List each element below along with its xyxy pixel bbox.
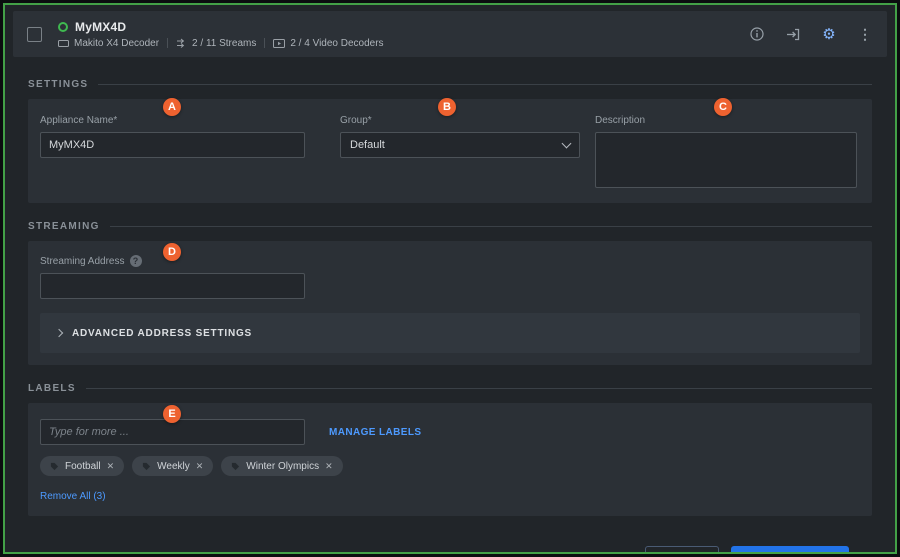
tag-icon [142,462,151,471]
video-decoders-count: 2 / 4 Video Decoders [273,38,383,49]
group-field-group: Group* Default [340,115,580,193]
advanced-address-settings-toggle[interactable]: ADVANCED ADDRESS SETTINGS [40,313,860,353]
header-actions: ⚙ ⋮ [749,26,873,42]
online-status-icon [58,22,68,32]
chevron-right-icon [55,329,63,337]
page-content: SETTINGS A B C Appliance Name* Group* De… [5,79,895,554]
label-chip-text: Winter Olympics [246,461,319,472]
decoder-icon [58,39,69,48]
device-settings-page: MyMX4D Makito X4 Decoder 2 / 11 Streams [3,3,897,554]
device-title-row: MyMX4D [58,20,384,34]
streaming-address-input[interactable] [40,273,305,299]
remove-all-row: Remove All (3) [40,486,860,504]
tag-icon [50,462,59,471]
streams-icon [176,38,187,48]
advanced-address-settings-label: ADVANCED ADDRESS SETTINGS [72,328,252,339]
divider [264,38,265,48]
divider [98,84,872,85]
streaming-panel: D Streaming Address ? ADVANCED ADDRESS S… [28,241,872,365]
group-label: Group* [340,115,580,126]
group-select[interactable]: Default [340,132,580,158]
annotation-badge-d: D [163,243,181,261]
appliance-name-input[interactable] [40,132,305,158]
appliance-name-label: Appliance Name* [40,115,305,126]
unpair-button[interactable] [785,26,801,42]
info-icon [750,27,764,41]
settings-section-header: SETTINGS [28,79,872,90]
info-button[interactable] [749,26,765,42]
manage-labels-link[interactable]: MANAGE LABELS [329,427,421,438]
streaming-address-label: Streaming Address [40,256,125,267]
more-options-button[interactable]: ⋮ [857,26,873,42]
description-textarea[interactable] [595,132,857,188]
device-meta-row: Makito X4 Decoder 2 / 11 Streams 2 / 4 V… [58,38,384,49]
remove-all-link[interactable]: Remove All (3) [40,491,106,502]
annotation-badge-a: A [163,98,181,116]
kebab-icon: ⋮ [858,27,872,41]
annotation-badge-e: E [163,405,181,423]
device-type-label: Makito X4 Decoder [74,38,159,49]
streams-count-label: 2 / 11 Streams [192,38,256,49]
gear-icon: ⚙ [822,27,835,42]
select-device-checkbox[interactable] [27,27,42,42]
device-identity: MyMX4D Makito X4 Decoder 2 / 11 Streams [58,20,384,49]
settings-panel: A B C Appliance Name* Group* Default [28,99,872,203]
label-chip-text: Football [65,461,101,472]
device-type: Makito X4 Decoder [58,38,159,49]
divider [110,226,872,227]
apply-changes-button[interactable]: APPLY CHANGES [731,546,849,554]
divider [86,388,872,389]
description-label: Description [595,115,857,126]
cancel-button[interactable]: CANCEL [645,546,719,554]
labels-input-row: MANAGE LABELS [40,419,860,445]
group-selected-value: Default [350,139,385,151]
video-decoders-count-label: 2 / 4 Video Decoders [290,38,383,49]
streaming-address-field-group: Streaming Address ? [40,255,305,299]
screen: MyMX4D Makito X4 Decoder 2 / 11 Streams [0,0,900,557]
divider [167,38,168,48]
label-chip-text: Weekly [157,461,190,472]
remove-chip-icon[interactable]: ✕ [325,462,333,471]
device-header: MyMX4D Makito X4 Decoder 2 / 11 Streams [13,11,887,57]
video-decoders-icon [273,39,285,48]
labels-section-label: LABELS [28,383,76,394]
annotation-badge-c: C [714,98,732,116]
annotation-badge-b: B [438,98,456,116]
remove-chip-icon[interactable]: ✕ [107,462,115,471]
label-chip[interactable]: Football ✕ [40,456,124,476]
chevron-down-icon [562,139,572,149]
label-chip[interactable]: Winter Olympics ✕ [221,456,342,476]
device-name: MyMX4D [75,20,126,34]
help-icon[interactable]: ? [130,255,142,267]
tag-icon [231,462,240,471]
unpair-icon [786,28,800,41]
settings-fields-row: Appliance Name* Group* Default Descripti… [40,115,860,193]
streams-count: 2 / 11 Streams [176,38,256,49]
label-chip[interactable]: Weekly ✕ [132,456,213,476]
description-field-group: Description [595,115,857,193]
settings-section-label: SETTINGS [28,79,88,90]
settings-button[interactable]: ⚙ [821,26,837,42]
label-chips: Football ✕ Weekly ✕ Winter Olympics ✕ [40,456,860,476]
labels-section-header: LABELS [28,383,872,394]
appliance-name-field-group: Appliance Name* [40,115,305,193]
remove-chip-icon[interactable]: ✕ [196,462,204,471]
form-actions: CANCEL APPLY CHANGES [51,546,849,554]
streaming-section-header: STREAMING [28,221,872,232]
labels-panel: E MANAGE LABELS Football ✕ Weekly [28,403,872,516]
streaming-section-label: STREAMING [28,221,100,232]
